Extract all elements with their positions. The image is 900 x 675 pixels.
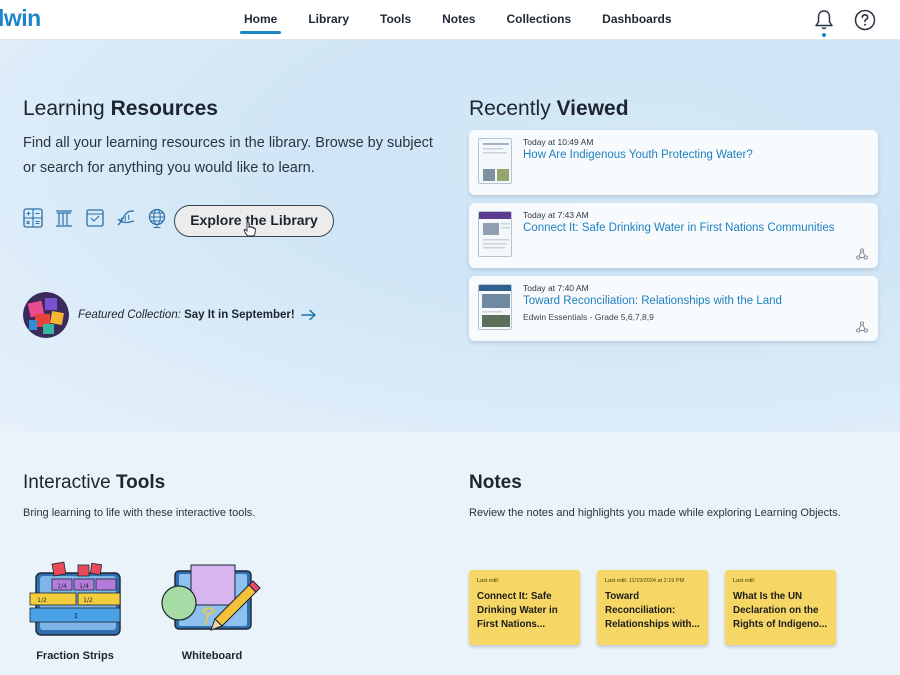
resource-thumbnail — [478, 138, 512, 184]
tool-label[interactable]: Whiteboard — [159, 650, 265, 662]
logo[interactable]: lwin — [0, 5, 41, 32]
note-last-edit: Last edit: 11/19/2024 at 2:19 PM — [605, 578, 685, 584]
svg-text:1: 1 — [74, 612, 78, 620]
recently-viewed-title: Recently Viewed — [469, 97, 629, 120]
svg-text:1/4: 1/4 — [79, 583, 89, 590]
resource-thumbnail — [478, 284, 512, 330]
hero-section: Learning Resources Find all your learnin… — [0, 40, 900, 432]
resource-collection-subtitle: Edwin Essentials - Grade 5,6,7,8,9 — [523, 312, 654, 322]
nav-library[interactable]: Library — [300, 0, 357, 40]
hand-cursor-icon — [243, 221, 256, 237]
svg-text:1/2: 1/2 — [37, 597, 47, 604]
note-last-edit: Last edit: — [733, 578, 756, 584]
globe-icon[interactable] — [146, 207, 168, 229]
whiteboard-icon — [161, 564, 261, 631]
resource-title-link[interactable]: Connect It: Safe Drinking Water in First… — [523, 222, 834, 234]
interactive-tools-description: Bring learning to life with these intera… — [23, 507, 256, 519]
lower-section: Interactive Tools Bring learning to life… — [0, 432, 900, 675]
featured-collection-thumbnail — [23, 292, 69, 338]
share-icon[interactable] — [856, 321, 868, 333]
arrow-right-icon[interactable] — [300, 309, 317, 321]
notes-description: Review the notes and highlights you made… — [469, 507, 841, 519]
learning-resources-description: Find all your learning resources in the … — [23, 135, 433, 176]
recently-viewed-item[interactable]: Today at 10:49 AM How Are Indigenous You… — [469, 130, 878, 195]
note-card[interactable]: Last edit: 11/19/2024 at 2:19 PM Toward … — [597, 570, 708, 645]
nav-home[interactable]: Home — [236, 0, 285, 40]
social-studies-icon[interactable] — [53, 207, 75, 229]
recently-viewed-item[interactable]: Today at 7:40 AM Toward Reconciliation: … — [469, 276, 878, 341]
featured-collection[interactable]: Featured Collection: Say It in September… — [23, 292, 317, 338]
viewed-time: Today at 7:43 AM — [523, 210, 589, 220]
resource-title-link[interactable]: How Are Indigenous Youth Protecting Wate… — [523, 149, 753, 161]
ela-icon[interactable] — [84, 207, 106, 229]
recently-viewed-item[interactable]: Today at 7:43 AM Connect It: Safe Drinki… — [469, 203, 878, 268]
note-card[interactable]: Last edit: Connect It: Safe Drinking Wat… — [469, 570, 580, 645]
learning-resources-title: Learning Resources — [23, 97, 218, 120]
notification-dot — [822, 33, 826, 37]
math-icon[interactable] — [22, 207, 44, 229]
note-title: Toward Reconciliation: Relationships wit… — [605, 591, 700, 630]
subject-icons — [22, 207, 168, 229]
nav-tools[interactable]: Tools — [372, 0, 419, 40]
note-title: What Is the UN Declaration on the Rights… — [733, 591, 828, 630]
nav-notes[interactable]: Notes — [434, 0, 483, 40]
help-icon[interactable] — [853, 8, 877, 32]
fraction-strips-tool[interactable]: 1/4 1/4 1/2 1/2 1 Fraction Strips — [22, 559, 128, 662]
resource-title-link[interactable]: Toward Reconciliation: Relationships wit… — [523, 295, 782, 307]
note-card[interactable]: Last edit: What Is the UN Declaration on… — [725, 570, 836, 645]
share-icon[interactable] — [856, 248, 868, 260]
bell-icon[interactable] — [812, 8, 836, 32]
nav-collections[interactable]: Collections — [498, 0, 579, 40]
top-navigation-bar: lwin Home Library Tools Notes Collection… — [0, 0, 900, 40]
notes-title: Notes — [469, 472, 522, 493]
featured-collection-label[interactable]: Featured Collection: Say It in September… — [78, 309, 295, 321]
main-nav: Home Library Tools Notes Collections Das… — [236, 0, 695, 40]
note-last-edit: Last edit: — [477, 578, 500, 584]
interactive-tools-title: Interactive Tools — [23, 472, 166, 493]
whiteboard-tool[interactable]: Whiteboard — [159, 559, 265, 662]
fraction-strips-icon: 1/4 1/4 1/2 1/2 1 — [29, 561, 121, 636]
science-icon[interactable] — [115, 207, 137, 229]
tool-label[interactable]: Fraction Strips — [22, 650, 128, 662]
viewed-time: Today at 10:49 AM — [523, 137, 594, 147]
svg-text:1/4: 1/4 — [57, 583, 67, 590]
nav-dashboards[interactable]: Dashboards — [594, 0, 679, 40]
viewed-time: Today at 7:40 AM — [523, 283, 589, 293]
note-title: Connect It: Safe Drinking Water in First… — [477, 591, 558, 630]
resource-thumbnail — [478, 211, 512, 257]
svg-text:1/2: 1/2 — [83, 597, 93, 604]
